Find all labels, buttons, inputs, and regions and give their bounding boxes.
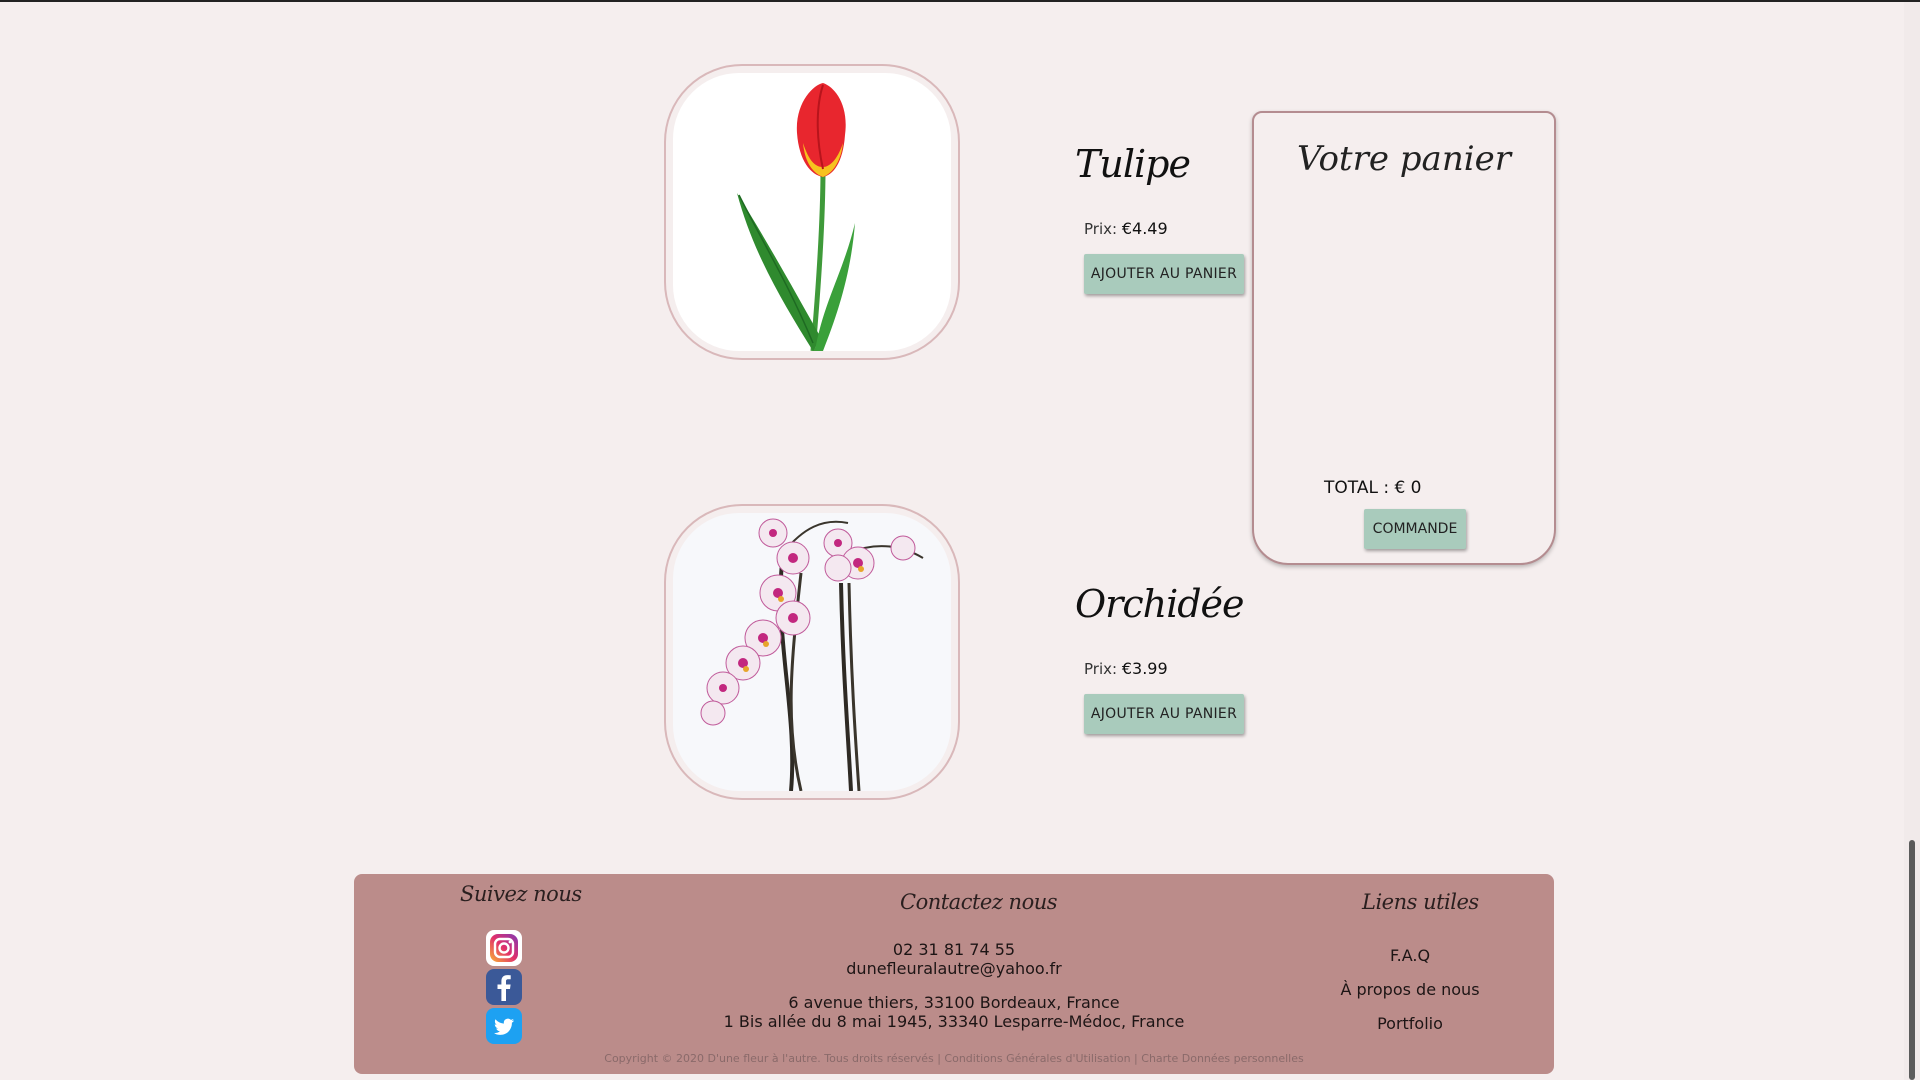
orchid-image: [673, 513, 951, 791]
price-value: €3.99: [1121, 659, 1168, 678]
product-title-tulipe: Tulipe: [1075, 142, 1191, 186]
add-to-cart-button-orchidee[interactable]: AJOUTER AU PANIER: [1084, 694, 1244, 734]
add-to-cart-button-tulipe[interactable]: AJOUTER AU PANIER: [1084, 254, 1244, 294]
product-image-frame-orchidee: [664, 504, 960, 800]
link-about[interactable]: À propos de nous: [1294, 980, 1526, 1000]
product-price-orchidee: Prix: €3.99: [1084, 659, 1168, 678]
link-faq[interactable]: F.A.Q: [1294, 946, 1526, 966]
scrollbar[interactable]: [1904, 2, 1920, 1080]
cart-panel: Votre panier TOTAL : € 0 COMMANDE: [1252, 111, 1556, 565]
product-image-frame-tulipe: [664, 64, 960, 360]
price-label: Prix:: [1084, 660, 1118, 678]
product-price-tulipe: Prix: €4.49: [1084, 219, 1168, 238]
footer-contact-heading: Contactez nous: [900, 890, 1058, 914]
cart-title: Votre panier: [1297, 139, 1511, 179]
cart-total: TOTAL : € 0: [1324, 478, 1422, 498]
product-title-orchidee: Orchidée: [1075, 582, 1245, 626]
contact-phone: 02 31 81 74 55: [892, 940, 1016, 959]
copyright: Copyright © 2020 D'une fleur à l'autre. …: [604, 1052, 1304, 1065]
price-value: €4.49: [1121, 219, 1168, 238]
contact-address-1: 6 avenue thiers, 33100 Bordeaux, France: [788, 993, 1120, 1012]
tulip-image: [673, 73, 951, 351]
footer-links-heading: Liens utiles: [1362, 890, 1479, 914]
link-portfolio[interactable]: Portfolio: [1294, 1014, 1526, 1034]
contact-address-2: 1 Bis allée du 8 mai 1945, 33340 Lesparr…: [723, 1012, 1185, 1031]
footer: Suivez nous Contactez nous 02 31 81 74 5…: [354, 874, 1554, 1074]
facebook-icon[interactable]: [486, 969, 522, 1005]
contact-email[interactable]: dunefleuralautre@yahoo.fr: [654, 959, 1254, 978]
footer-follow-heading: Suivez nous: [460, 882, 582, 906]
page: Tulipe Prix: €4.49 AJOUTER AU PANIER Orc…: [0, 0, 1920, 1080]
price-label: Prix:: [1084, 220, 1118, 238]
order-button[interactable]: COMMANDE: [1364, 509, 1466, 549]
twitter-icon[interactable]: [486, 1008, 522, 1044]
useful-links: F.A.Q À propos de nous Portfolio: [1294, 946, 1526, 1048]
instagram-icon[interactable]: [486, 930, 522, 966]
scrollbar-thumb[interactable]: [1909, 840, 1915, 1080]
